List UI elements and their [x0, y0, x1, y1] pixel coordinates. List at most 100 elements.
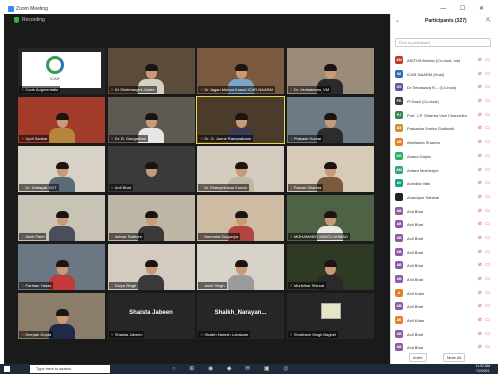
participant-name: Jyoti Sankar — [25, 136, 48, 141]
video-tile[interactable]: ✕Pawan Sharma — [286, 146, 374, 192]
participant-list-name: Anil Bhat — [407, 277, 424, 282]
participant-row[interactable]: AM Antara Mukherjee ⊘ ▭ — [393, 164, 493, 178]
logo-text: ICAR — [50, 76, 60, 81]
taskbar-app-icons[interactable]: ○ ⊞ ◉ ◆ ✉ ▣ ◎ — [172, 365, 294, 372]
video-tile[interactable]: ✕Jyoti Sankar — [18, 97, 105, 143]
taskbar-search-input[interactable]: Type here to search — [30, 365, 110, 373]
participant-name: Parthan Yadav — [25, 283, 52, 288]
participant-row[interactable]: AS Prakasha Sneha Gudibadi ⊘ ▭ — [393, 122, 493, 136]
taskbar-clock[interactable]: 11:02 AM 7/2/2021 — [475, 364, 490, 373]
participant-list-name: ANITHA Mohan (Co-host, me) — [407, 58, 461, 63]
participant-row[interactable]: AB Anil Bhat ⊘ ▭ — [393, 246, 493, 260]
video-tile[interactable]: ✕Dr Shubhangini Jantre — [107, 48, 195, 94]
participant-name: Dr. B. Gangadhar — [114, 136, 146, 141]
participant-row[interactable]: PJ Prof. J.P. Sharma Vice Chancellor ⊘ ▭ — [393, 109, 493, 123]
mic-camera-icons: ⊘ ▭ — [477, 84, 491, 91]
video-tile[interactable]: ✕Divya Singh — [107, 244, 195, 290]
avatar: AB — [395, 261, 403, 270]
muted-mic-icon: ✕ — [110, 234, 114, 239]
avatar — [395, 192, 403, 201]
video-tile[interactable]: ✕Deepak Gupta — [18, 293, 105, 339]
participant-row[interactable]: AG Anand Gupta ⊘ ▭ — [393, 150, 493, 164]
invite-button[interactable]: Invite — [409, 353, 427, 362]
participant-name-label: ✕Deepak Gupta — [19, 331, 54, 338]
shield-icon[interactable] — [14, 17, 19, 23]
video-tile[interactable]: ✕Dr. Dattayak VGT — [18, 146, 105, 192]
clock-time: 11:02 AM — [475, 364, 490, 368]
participant-row[interactable]: AB Anil Bhat ⊘ ▭ — [393, 259, 493, 273]
video-tile[interactable]: ✕Dr. B. Gangadhar — [107, 97, 195, 143]
participants-footer: Invite Mute All — [391, 350, 495, 364]
video-tile[interactable]: ✕Ankit Patel — [18, 195, 105, 241]
avatar: AB — [395, 220, 403, 229]
video-tile[interactable]: ✕Nimmala Soujanya — [197, 195, 284, 241]
participant-name: Dr Shubhangini Jantre — [114, 87, 155, 92]
video-tile[interactable]: ✕Dr Jagan Mohan Kosuri ICAR-NAARM — [197, 48, 284, 94]
muted-mic-icon: ✕ — [200, 234, 204, 239]
avatar: AM — [395, 56, 403, 64]
participant-name: Dr Dhanyeshwar Kumar — [204, 185, 248, 190]
participant-video — [227, 260, 254, 290]
participant-list-name: Anil Bhat — [407, 263, 424, 269]
participant-name: Nimmala Soujanya — [204, 234, 238, 239]
mute-all-button[interactable]: Mute All — [443, 353, 466, 362]
participant-row[interactable]: A Anil Kdan ⊘ ▭ — [393, 287, 493, 301]
participant-row[interactable]: IM ICAR NAARM (Host) ⊘ ▭ — [393, 68, 493, 82]
participant-name: Murlidhar Shirsat — [293, 283, 325, 288]
avatar: AB — [395, 247, 403, 256]
video-tile[interactable]: Shaista Jabeen ✕Shaista Jabeen — [107, 293, 195, 339]
video-tile[interactable]: ✕Prakash Kumar — [286, 97, 374, 143]
video-tile[interactable]: ✕Dr. Venkatesan, VM — [286, 48, 374, 94]
video-tile[interactable]: ✕Dr Dhanyeshwar Kumar — [197, 146, 284, 192]
participant-list-name: Abhilasha Sharma — [407, 140, 440, 146]
mic-camera-icons: ⊘ ▭ — [477, 330, 491, 337]
participant-row[interactable]: AB Anil Bhat ⊘ ▭ — [393, 218, 493, 232]
participant-row[interactable]: AB Anil Bhat ⊘ ▭ — [393, 328, 493, 342]
participant-row[interactable]: AB Anil Bhat ⊘ ▭ — [393, 205, 493, 219]
video-tile[interactable]: ✕Dr. G. Jonne Ramaratnam — [196, 96, 285, 144]
windows-start-icon[interactable] — [4, 366, 10, 372]
avatar: AS — [395, 124, 403, 133]
video-tile[interactable]: ✕Ankit Singh — [197, 244, 284, 290]
participant-row[interactable]: Anandpur Sahibal ⊘ ▭ — [393, 191, 493, 205]
video-tile[interactable]: ✕Murlidhar Shirsat — [286, 244, 374, 290]
participant-name: Ankit Singh — [204, 283, 225, 288]
participant-row[interactable]: AV Anindita Vats ⊘ ▭ — [393, 177, 493, 191]
participant-row[interactable]: AB Anil Bhat ⊘ ▭ — [393, 273, 493, 287]
participant-row[interactable]: AB Anil Bhat ⊘ ▭ — [393, 300, 493, 314]
participant-search-input[interactable]: Find a participant — [395, 38, 491, 47]
participant-name-label: ✕Shubham Singh Baghel — [287, 331, 338, 338]
avatar: AV — [395, 179, 403, 188]
avatar: AB — [395, 138, 403, 147]
popout-icon[interactable]: ⇱ — [486, 17, 491, 24]
window-controls[interactable]: — ☐ ✕ — [440, 5, 490, 12]
mic-camera-icons: ⊘ ▭ — [477, 180, 491, 187]
participant-row[interactable]: AB Abhilasha Sharma ⊘ ▭ — [393, 136, 493, 150]
chevron-down-icon[interactable]: ⌄ — [395, 17, 400, 24]
participant-row[interactable]: DS Dr Srivastava R... (Co-host) ⊘ ▭ — [393, 81, 493, 95]
participant-name: Dr. Dattayak VGT — [25, 185, 57, 190]
mic-camera-icons: ⊘ ▭ — [477, 207, 491, 214]
participant-name: Ankit Patel — [25, 234, 45, 239]
participant-row[interactable]: AM ANITHA Mohan (Co-host, me) ⊘ ▭ — [393, 54, 493, 68]
participant-row[interactable]: AK Anil Kdan ⊘ ▭ — [393, 314, 493, 328]
participant-name-label: ✕Dr. B. Gangadhar — [108, 135, 148, 142]
video-tile[interactable]: Shaikh_Narayan... ✕Shaikh Naresh Lohakare — [197, 293, 284, 339]
video-tile[interactable]: ✕Ishwar Rathore — [107, 195, 195, 241]
muted-mic-icon: ✕ — [21, 185, 25, 190]
clock-date: 7/2/2021 — [475, 368, 490, 373]
participant-name: Pawan Sharma — [293, 185, 322, 190]
video-tile[interactable]: ✕Anil Bhat — [107, 146, 195, 192]
video-tile[interactable]: ✕Parthan Yadav — [18, 244, 105, 290]
participant-name: Dr. Venkatesan, VM — [293, 87, 330, 92]
participant-row[interactable]: AB Anil Bhat ⊘ ▭ — [393, 232, 493, 246]
participant-row[interactable]: PD Pi Dash (Co-host) ⊘ ▭ — [393, 95, 493, 109]
muted-mic-icon: ✕ — [21, 87, 25, 92]
participant-list-name: Antara Mukherjee — [407, 167, 439, 173]
video-tile[interactable]: ICAR ✕Code Augmentatio — [18, 48, 105, 94]
video-tile[interactable]: ✕MOHAMMED SAROJ AHMAD — [286, 195, 374, 241]
avatar: DS — [395, 83, 403, 92]
video-tile[interactable]: ✕Shubham Singh Baghel — [286, 293, 374, 339]
mic-camera-icons: ⊘ ▭ — [477, 166, 491, 173]
zoom-window: Zoom Meeting — ☐ ✕ Recording ICAR ✕Code A… — [4, 4, 494, 364]
